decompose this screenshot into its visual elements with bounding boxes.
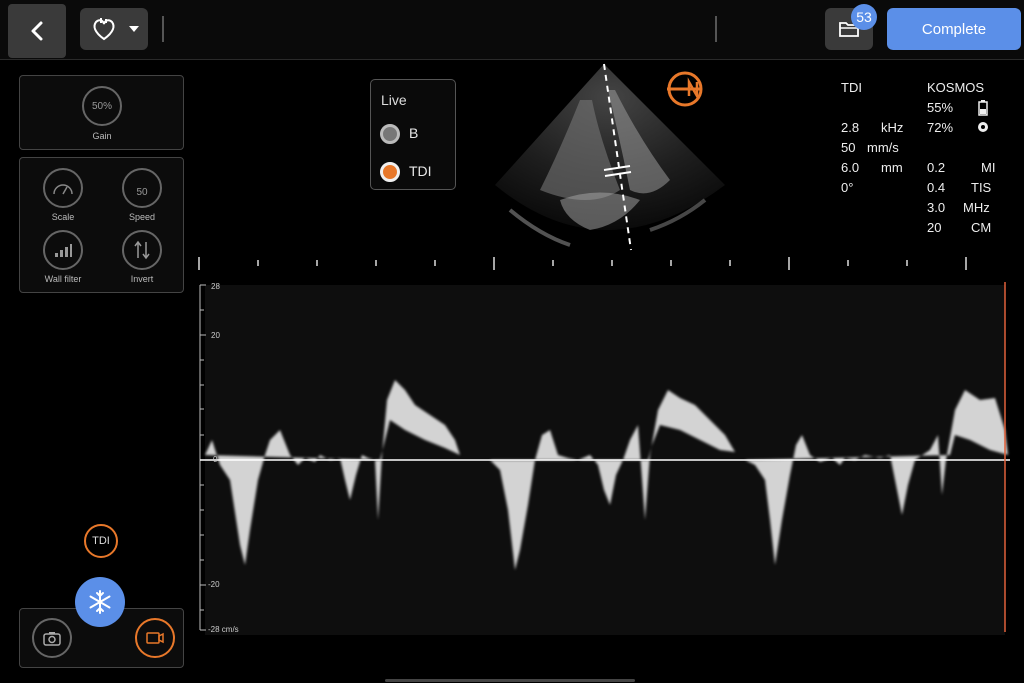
top-bar: 53 Complete: [0, 0, 1024, 60]
divider: [162, 16, 164, 42]
info-mi-unit: MI: [981, 160, 996, 175]
scale-label-zero: 0: [213, 455, 218, 464]
info-angle: 0°: [841, 180, 854, 195]
gain-knob[interactable]: 50%: [82, 86, 122, 126]
gauge-icon: [53, 184, 73, 195]
info-sweep-unit: mm/s: [867, 140, 899, 155]
caret-down-icon: [129, 26, 139, 32]
home-indicator: [385, 679, 635, 682]
study-count-badge: 53: [851, 4, 877, 30]
live-title: Live: [381, 92, 407, 108]
signal-bars-icon: [55, 244, 72, 257]
invert-knob[interactable]: [122, 230, 162, 270]
info-sweep-value: 50: [841, 140, 856, 155]
info-mi-value: 0.2: [927, 160, 946, 175]
heart-icon: [93, 18, 115, 41]
info-mode: TDI: [841, 80, 862, 95]
info-gate-value: 6.0: [841, 160, 860, 175]
camera-icon: [43, 632, 61, 646]
scale-label: Scale: [51, 212, 75, 222]
divider: [715, 16, 717, 42]
video-record-icon: [146, 632, 164, 644]
wall-filter-knob[interactable]: [43, 230, 83, 270]
info-tis-unit: TIS: [971, 180, 992, 195]
info-freq-unit: kHz: [881, 120, 904, 135]
speed-value: 50: [136, 186, 148, 198]
gain-label: Gain: [92, 131, 112, 141]
scale-label-top: 28: [211, 282, 220, 291]
radio-b-label: B: [409, 125, 419, 141]
doppler-controls-panel: Scale 50 Speed Wall filter Invert: [19, 157, 184, 293]
radio-tdi-label: TDI: [409, 163, 432, 179]
snowflake-icon: [89, 590, 111, 614]
tdi-badge-label: TDI: [92, 535, 110, 547]
scale-label-minus20: -20: [208, 580, 220, 589]
info-freq-value: 2.8: [841, 120, 860, 135]
scale-label-bottom: -28 cm/s: [208, 625, 239, 634]
tdi-spectral-trace: [199, 282, 1010, 635]
live-mode-selector: Live B TDI: [370, 79, 456, 190]
info-battery: 55%: [927, 100, 954, 115]
battery-icon: [978, 100, 988, 116]
swap-vertical-icon: [134, 240, 150, 260]
radio-tdi[interactable]: [380, 162, 400, 182]
tdi-mode-badge[interactable]: TDI: [84, 524, 118, 558]
gain-panel: 50% Gain: [19, 75, 184, 150]
chevron-left-icon: [31, 21, 43, 41]
invert-label: Invert: [130, 274, 154, 284]
info-gate-unit: mm: [881, 160, 903, 175]
camera-button[interactable]: [32, 618, 72, 658]
gain-value: 50%: [91, 100, 112, 112]
probe-icon: [978, 122, 988, 132]
info-device: KOSMOS: [927, 80, 985, 95]
info-tis-value: 0.4: [927, 180, 946, 195]
wall-filter-label: Wall filter: [44, 274, 82, 284]
speed-knob[interactable]: 50: [122, 168, 162, 208]
time-tick-ruler: [198, 257, 967, 270]
scale-label-20: 20: [211, 331, 220, 340]
speed-label: Speed: [128, 212, 156, 222]
info-depth-value: 20: [927, 220, 942, 235]
complete-button[interactable]: Complete: [887, 8, 1021, 50]
preset-dropdown[interactable]: [80, 8, 148, 50]
en-logo: [667, 71, 703, 107]
back-button[interactable]: [8, 4, 66, 58]
scale-knob[interactable]: [43, 168, 83, 208]
video-record-button[interactable]: [135, 618, 175, 658]
info-probe-battery: 72%: [927, 120, 954, 135]
info-mhz-value: 3.0: [927, 200, 946, 215]
freeze-button[interactable]: [75, 577, 125, 627]
info-mhz-unit: MHz: [963, 200, 990, 215]
radio-b[interactable]: [380, 124, 400, 144]
info-depth-unit: CM: [971, 220, 992, 235]
